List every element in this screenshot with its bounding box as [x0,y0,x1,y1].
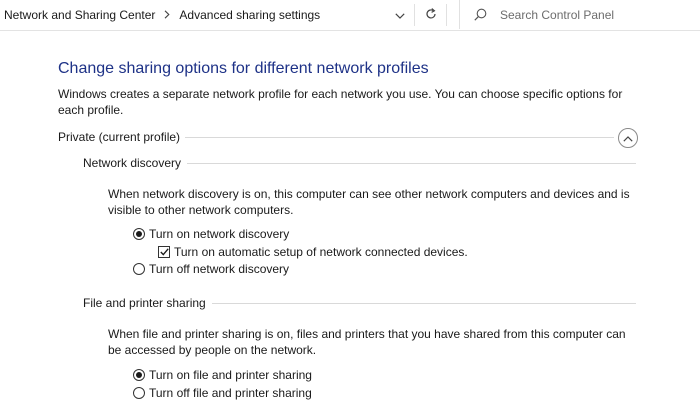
option-label: Turn off file and printer sharing [149,386,312,400]
file-printer-sharing-heading: File and printer sharing [83,296,206,310]
radio-selected-dot [136,231,142,237]
radio-button[interactable] [133,369,145,381]
checkbox-automatic-setup[interactable]: Turn on automatic setup of network conne… [158,244,468,260]
file-printer-sharing-description: When file and printer sharing is on, fil… [108,327,626,357]
radio-button[interactable] [133,263,145,275]
divider [446,4,447,26]
radio-turn-on-file-printer-sharing[interactable]: Turn on file and printer sharing [133,367,312,383]
breadcrumb-advanced-sharing-settings[interactable]: Advanced sharing settings [179,8,320,22]
divider [187,162,637,164]
radio-button[interactable] [133,228,145,240]
divider [185,136,615,138]
divider [414,4,415,26]
search-box[interactable] [459,0,700,29]
page-description: Windows creates a separate network profi… [58,87,623,117]
chevron-right-icon[interactable] [164,8,171,22]
option-label: Turn on network discovery [149,227,290,241]
page-title: Change sharing options for different net… [58,60,429,77]
search-input[interactable] [498,4,697,26]
collapse-profile-button[interactable] [618,128,638,148]
chevron-up-icon [623,131,633,145]
profile-header-private[interactable]: Private (current profile) [58,130,615,144]
address-history-button[interactable] [386,0,413,30]
refresh-button[interactable] [418,0,444,30]
radio-selected-dot [136,372,142,378]
option-label: Turn on file and printer sharing [149,368,312,382]
search-icon [474,8,487,24]
address-bar: Network and Sharing Center Advanced shar… [0,0,700,31]
radio-turn-off-network-discovery[interactable]: Turn off network discovery [133,261,289,277]
file-printer-sharing-header: File and printer sharing [83,296,636,310]
option-label: Turn on automatic setup of network conne… [174,245,468,259]
breadcrumb-network-and-sharing-center[interactable]: Network and Sharing Center [4,8,155,22]
option-label: Turn off network discovery [149,262,290,276]
checkmark-icon [159,245,169,259]
profile-name: Private (current profile) [58,130,181,144]
refresh-icon [425,7,437,23]
radio-turn-on-network-discovery[interactable]: Turn on network discovery [133,226,289,242]
radio-button[interactable] [133,387,145,399]
checkbox[interactable] [158,246,170,258]
network-discovery-description: When network discovery is on, this compu… [108,187,630,217]
network-discovery-header: Network discovery [83,156,637,170]
breadcrumb: Network and Sharing Center Advanced shar… [4,0,320,30]
chevron-down-icon [394,8,405,22]
radio-turn-off-file-printer-sharing[interactable]: Turn off file and printer sharing [133,385,312,401]
divider [211,302,636,304]
network-discovery-heading: Network discovery [83,156,182,170]
